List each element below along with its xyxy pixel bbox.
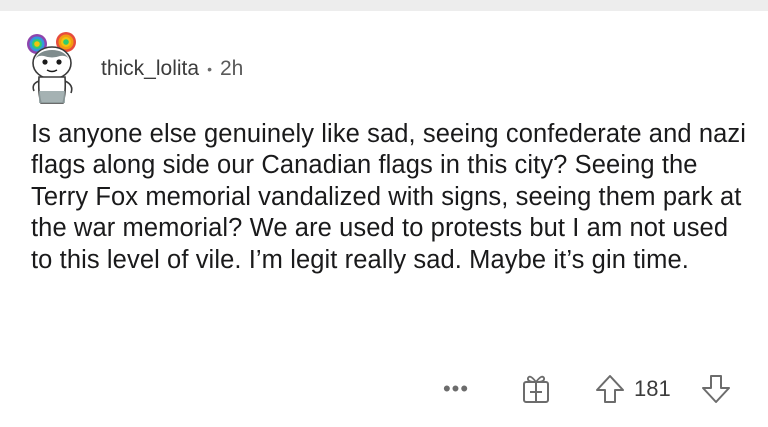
more-options-button[interactable]: ••• (439, 376, 473, 401)
gift-award-icon (523, 375, 549, 403)
comment-meta: thick_lolita • 2h (101, 55, 243, 83)
comment-body: Is anyone else genuinely like sad, seein… (31, 120, 747, 274)
meta-separator: • (207, 61, 212, 77)
upvote-arrow-icon (596, 375, 624, 403)
top-divider-strip (0, 0, 768, 11)
avatar[interactable] (22, 29, 90, 107)
award-button[interactable] (520, 372, 552, 406)
upvote-button[interactable] (594, 373, 626, 405)
downvote-button[interactable] (700, 373, 732, 405)
downvote-arrow-icon (702, 375, 730, 403)
comment-actions: ••• 181 (0, 371, 768, 407)
snoo-avatar-icon (27, 32, 76, 104)
comment-card: thick_lolita • 2h Is anyone else genuine… (0, 11, 768, 427)
username-link[interactable]: thick_lolita (101, 57, 199, 81)
vote-count: 181 (634, 376, 671, 401)
timestamp: 2h (219, 57, 244, 80)
